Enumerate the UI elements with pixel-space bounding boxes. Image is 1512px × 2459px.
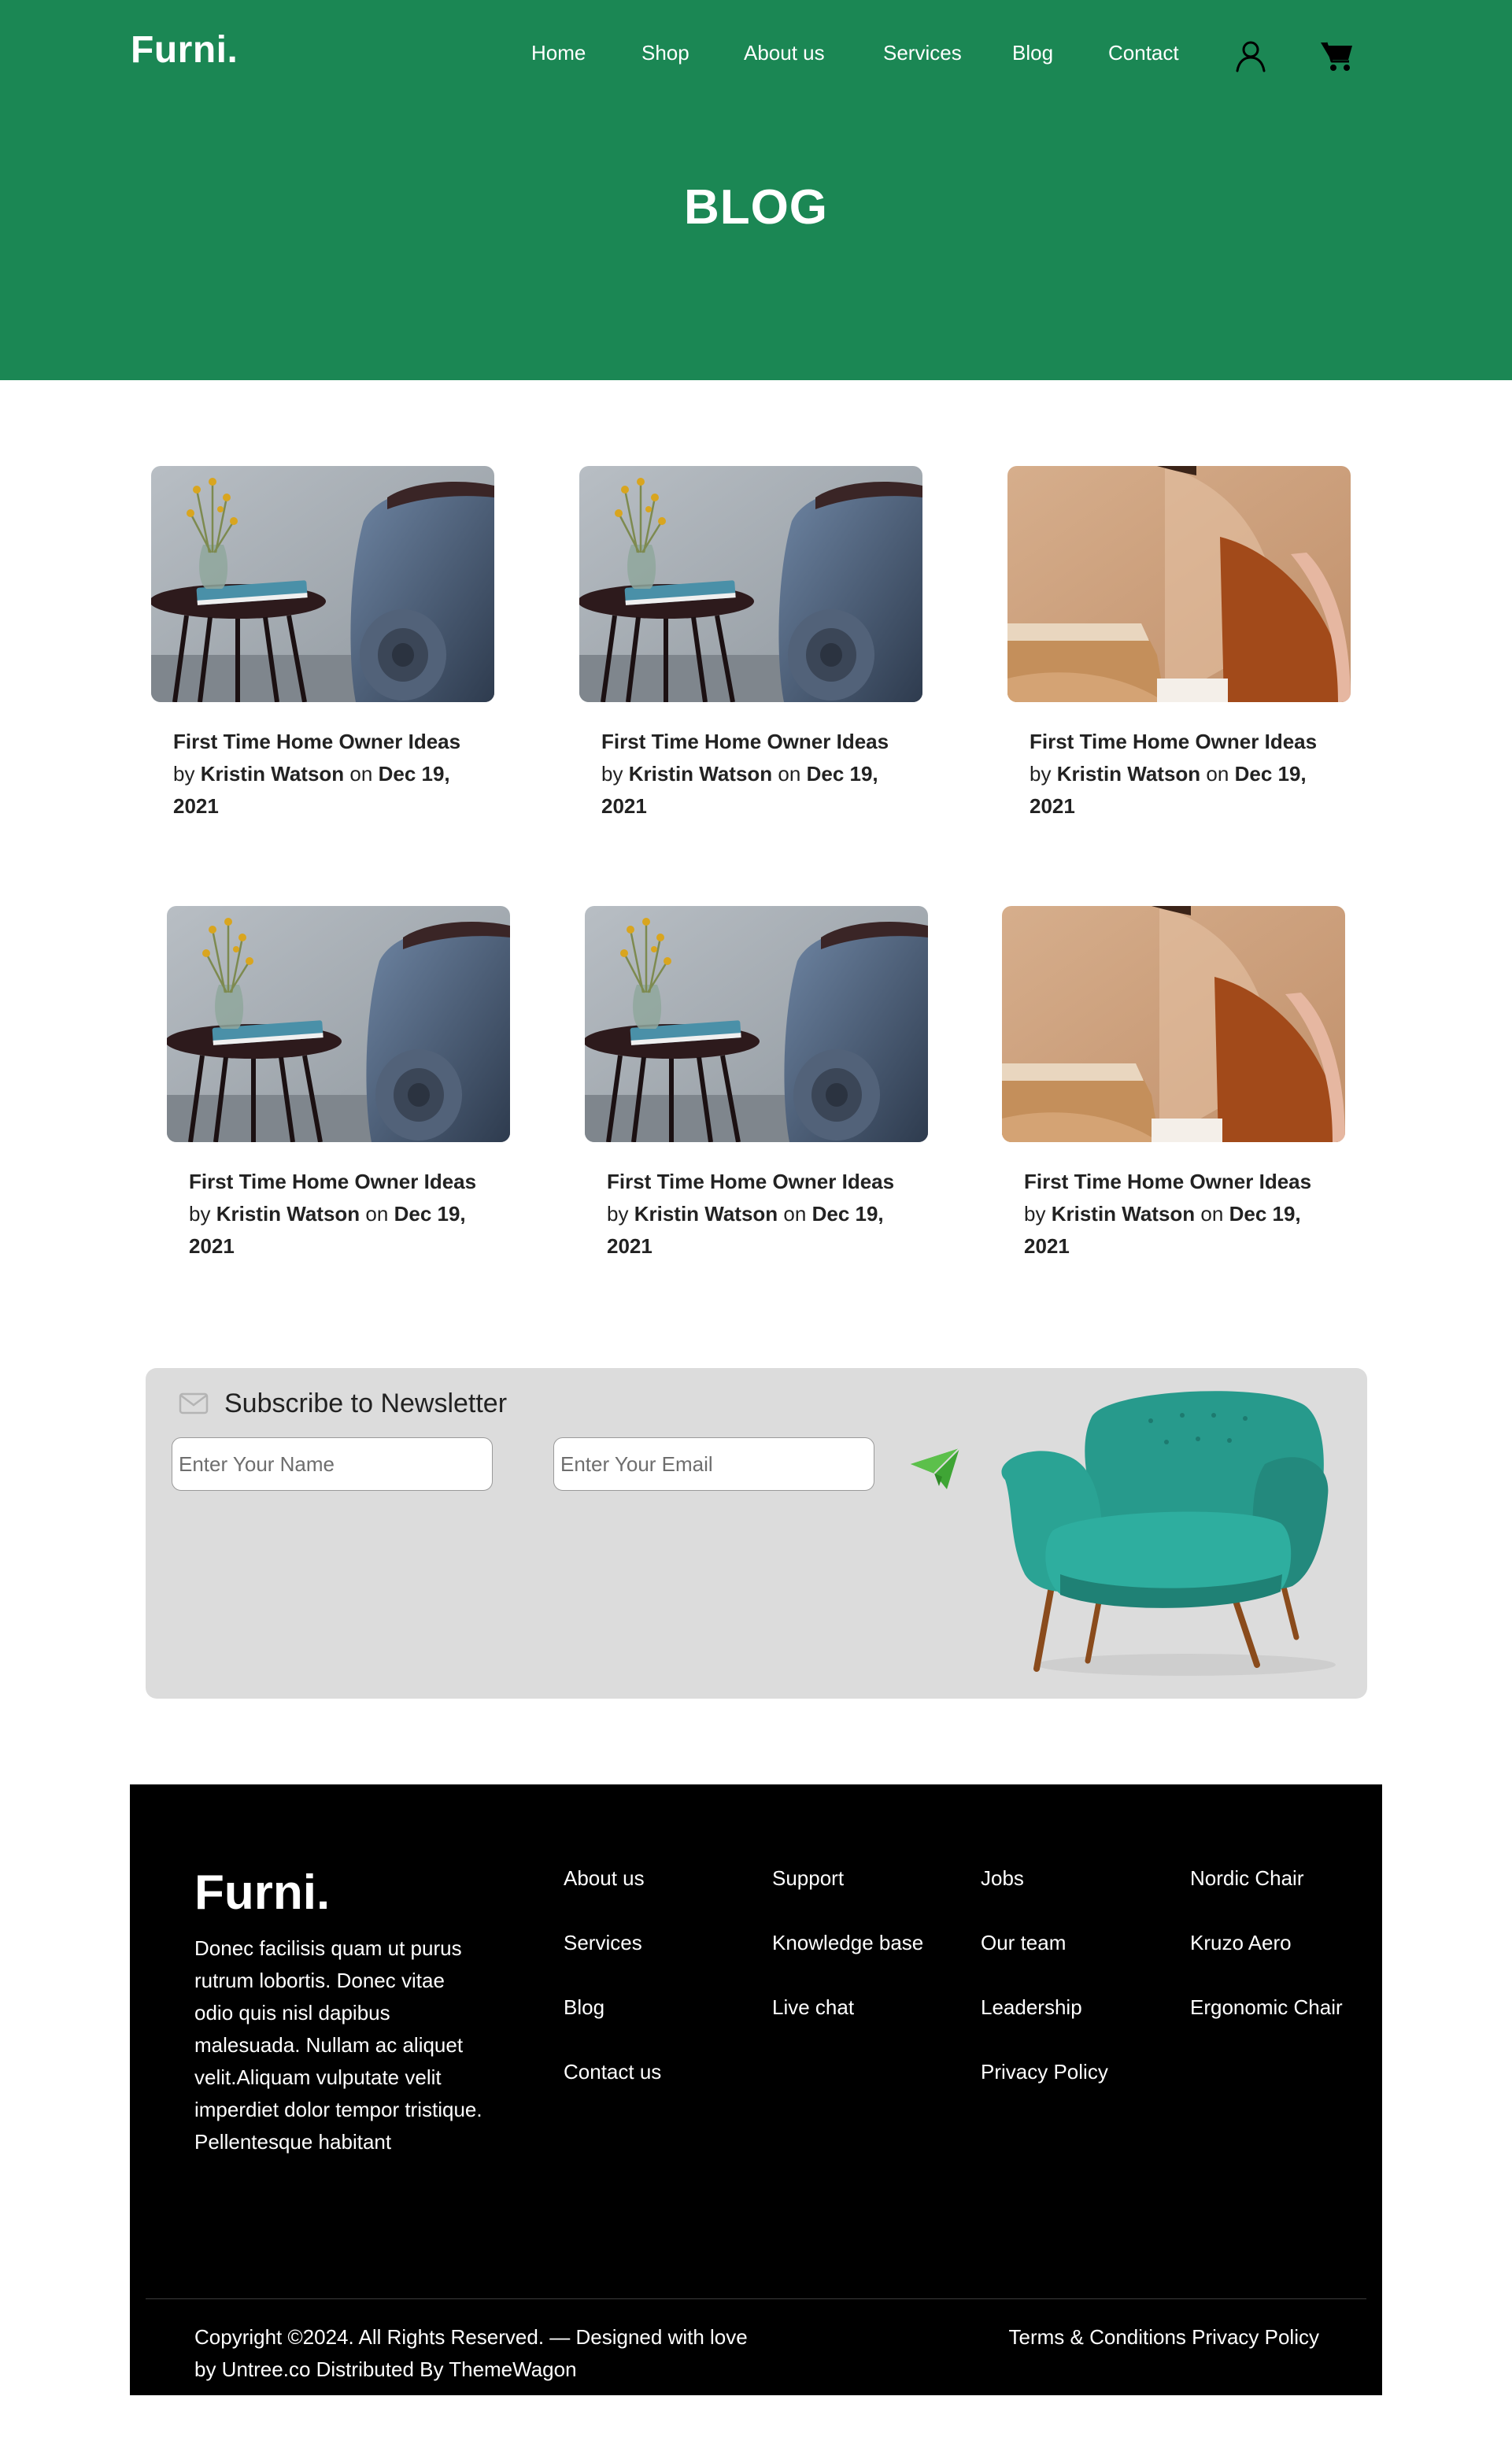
footer-link[interactable]: Kruzo Aero (1190, 1928, 1343, 1992)
post-meta: by Kristin Watson on Dec 19, 2021 (607, 1202, 884, 1258)
post-thumbnail[interactable] (585, 906, 928, 1142)
footer-link[interactable]: Ergonomic Chair (1190, 1992, 1343, 2057)
nav-home[interactable]: Home (531, 41, 586, 65)
footer-link[interactable]: Leadership (981, 1992, 1108, 2057)
envelope-icon (179, 1392, 209, 1414)
cart-icon[interactable] (1319, 38, 1355, 74)
post-author: Kristin Watson (634, 1202, 778, 1226)
post-thumbnail[interactable] (579, 466, 922, 702)
privacy-link[interactable]: Privacy Policy (1192, 2325, 1319, 2349)
footer-link[interactable]: Knowledge base (772, 1928, 923, 1992)
footer-link[interactable]: Blog (564, 1992, 661, 2057)
post-image (167, 906, 510, 1142)
nav-about[interactable]: About us (744, 41, 825, 65)
post-meta: by Kristin Watson on Dec 19, 2021 (189, 1202, 466, 1258)
user-icon[interactable] (1233, 38, 1269, 74)
footer-link[interactable]: Nordic Chair (1190, 1863, 1343, 1928)
legal-links: Terms & Conditions Privacy Policy (1009, 2321, 1319, 2354)
newsletter-panel: Subscribe to Newsletter (146, 1368, 1367, 1699)
post-author: Kristin Watson (1051, 1202, 1196, 1226)
post-meta: by Kristin Watson on Dec 19, 2021 (601, 762, 878, 818)
footer-links-company: About us Services Blog Contact us (564, 1863, 661, 2121)
post-thumbnail[interactable] (167, 906, 510, 1142)
post-title[interactable]: First Time Home Owner Ideas (1030, 726, 1344, 758)
footer-links-support: Support Knowledge base Live chat (772, 1863, 923, 2057)
post-author: Kristin Watson (216, 1202, 360, 1226)
footer-link[interactable]: Contact us (564, 2057, 661, 2121)
post-title[interactable]: First Time Home Owner Ideas (607, 1166, 922, 1198)
nav-shop[interactable]: Shop (641, 41, 689, 65)
post-image (1007, 466, 1351, 702)
terms-link[interactable]: Terms & Conditions (1009, 2325, 1186, 2349)
nav-services[interactable]: Services (883, 41, 962, 65)
post-title[interactable]: First Time Home Owner Ideas (1024, 1166, 1339, 1198)
post-image (1002, 906, 1345, 1142)
hero-banner: Furni. Home Shop About us Services Blog … (0, 0, 1512, 380)
post-image (579, 466, 922, 702)
footer-links-products: Nordic Chair Kruzo Aero Ergonomic Chair (1190, 1863, 1343, 2057)
footer-link[interactable]: Live chat (772, 1992, 923, 2057)
paper-plane-icon[interactable] (908, 1445, 963, 1492)
post-title[interactable]: First Time Home Owner Ideas (601, 726, 916, 758)
post-image (585, 906, 928, 1142)
name-input[interactable] (172, 1437, 493, 1491)
footer-link[interactable]: Jobs (981, 1863, 1108, 1928)
post-meta: by Kristin Watson on Dec 19, 2021 (173, 762, 450, 818)
post-meta: by Kristin Watson on Dec 19, 2021 (1024, 1202, 1301, 1258)
email-input[interactable] (553, 1437, 874, 1491)
newsletter-header: Subscribe to Newsletter (179, 1385, 507, 1422)
nav-contact[interactable]: Contact (1108, 41, 1179, 65)
footer-description: Donec facilisis quam ut purus rutrum lob… (194, 1936, 482, 2154)
footer-logo[interactable]: Furni. (194, 1865, 330, 1921)
post-meta: by Kristin Watson on Dec 19, 2021 (1030, 762, 1307, 818)
post-author: Kristin Watson (628, 762, 773, 786)
footer-link[interactable]: About us (564, 1863, 661, 1928)
footer-link[interactable]: Privacy Policy (981, 2057, 1108, 2121)
footer-link[interactable]: Services (564, 1928, 661, 1992)
post-author: Kristin Watson (1056, 762, 1201, 786)
post-image (151, 466, 494, 702)
post-thumbnail[interactable] (151, 466, 494, 702)
newsletter-title: Subscribe to Newsletter (224, 1388, 508, 1418)
post-author: Kristin Watson (200, 762, 345, 786)
post-thumbnail[interactable] (1002, 906, 1345, 1142)
page-title: BLOG (683, 180, 829, 235)
post-thumbnail[interactable] (1007, 466, 1351, 702)
site-footer: Furni. Donec facilisis quam ut purus rut… (130, 1784, 1382, 2395)
post-title[interactable]: First Time Home Owner Ideas (189, 1166, 504, 1198)
footer-divider (146, 2298, 1366, 2299)
post-title[interactable]: First Time Home Owner Ideas (173, 726, 488, 758)
footer-link[interactable]: Our team (981, 1928, 1108, 1992)
armchair-image (1001, 1391, 1336, 1676)
main-nav: Home Shop About us Services Blog Contact (0, 41, 1512, 72)
footer-links-careers: Jobs Our team Leadership Privacy Policy (981, 1863, 1108, 2121)
footer-link[interactable]: Support (772, 1863, 923, 1928)
copyright-text: Copyright ©2024. All Rights Reserved. — … (194, 2325, 748, 2381)
nav-blog[interactable]: Blog (1012, 41, 1053, 65)
